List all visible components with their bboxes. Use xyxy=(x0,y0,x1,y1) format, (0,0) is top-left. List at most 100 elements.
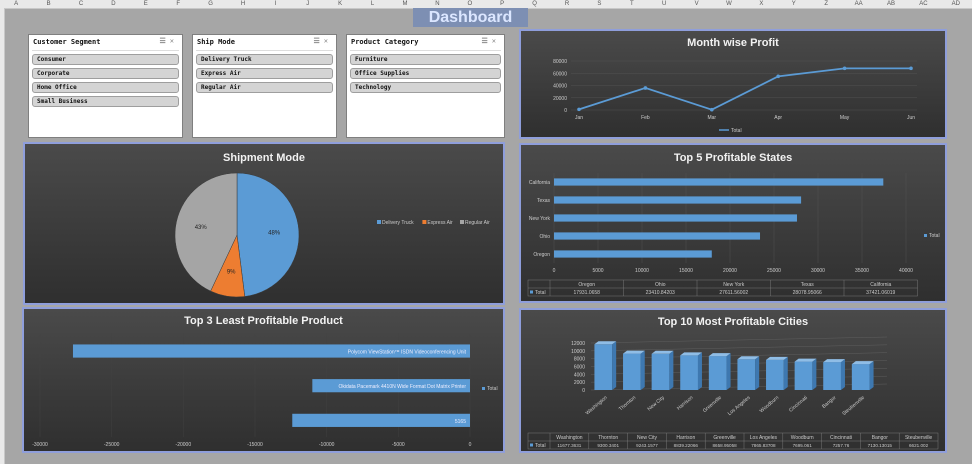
legend-label: Delivery Truck xyxy=(382,220,414,226)
table-cell: 9243.1577 xyxy=(636,443,658,448)
x-tick-label: -25000 xyxy=(104,442,120,448)
legend-swatch xyxy=(530,443,533,447)
column-header-p[interactable]: P xyxy=(500,0,504,8)
slicer-item[interactable]: Corporate xyxy=(32,68,179,79)
slicer-item[interactable]: Furniture xyxy=(350,54,501,65)
y-tick-label: 40000 xyxy=(553,84,567,90)
column-side xyxy=(869,361,874,390)
column-header-j[interactable]: J xyxy=(306,0,309,8)
column-header-m[interactable]: M xyxy=(403,0,408,8)
slicer-item[interactable]: Home Office xyxy=(32,82,179,93)
x-tick-label: -15000 xyxy=(247,442,263,448)
x-tick-label: 5000 xyxy=(592,268,603,274)
slicer-item[interactable]: Small Business xyxy=(32,96,179,107)
slicer-item[interactable]: Express Air xyxy=(196,68,333,79)
x-tick-label: -30000 xyxy=(32,442,48,448)
bar xyxy=(554,196,802,204)
slicer-item[interactable]: Office Supplies xyxy=(350,68,501,79)
multi-select-icon[interactable]: ☰✕ xyxy=(314,37,333,45)
multi-select-icon[interactable]: ☰✕ xyxy=(482,37,501,45)
column-header-w[interactable]: W xyxy=(726,0,732,8)
x-tick-label: 20000 xyxy=(723,268,737,274)
column-header-c[interactable]: C xyxy=(79,0,83,8)
slicer-customer-segment[interactable]: Customer Segment ☰✕ Consumer Corporate Home… xyxy=(28,34,183,138)
table-header: New City xyxy=(637,435,658,441)
column-header-l[interactable]: L xyxy=(371,0,374,8)
bar xyxy=(554,250,712,258)
slicer-header: Product Category ☰✕ xyxy=(347,35,504,50)
month-profit-chart[interactable]: Month wise Profit 80000 60000 40000 20000 0 J… xyxy=(519,29,947,139)
table-header: Ohio xyxy=(655,282,666,288)
column-header-i[interactable]: I xyxy=(275,0,277,8)
column-side xyxy=(783,356,788,390)
column-header-ad[interactable]: AD xyxy=(952,0,960,8)
column-header-v[interactable]: V xyxy=(695,0,699,8)
column-header-b[interactable]: B xyxy=(47,0,51,8)
legend-swatch xyxy=(377,220,381,224)
slicer-item[interactable]: Delivery Truck xyxy=(196,54,333,65)
legend-label: Express Air xyxy=(427,220,453,226)
x-tick-label: 25000 xyxy=(767,268,781,274)
column-header-n[interactable]: N xyxy=(435,0,439,8)
x-tick-label: -20000 xyxy=(176,442,192,448)
column-header-a[interactable]: A xyxy=(14,0,18,8)
column-header-z[interactable]: Z xyxy=(824,0,828,8)
table-cell: 23410.84203 xyxy=(646,290,675,296)
column-header-f[interactable]: F xyxy=(176,0,180,8)
column-header-e[interactable]: E xyxy=(144,0,148,8)
x-tick-label: 30000 xyxy=(811,268,825,274)
least-profitable-chart[interactable]: Top 3 Least Profitable Product -30000 -25… xyxy=(22,307,505,453)
category-label: Cincinnati xyxy=(788,395,809,414)
slicer-item[interactable]: Technology xyxy=(350,82,501,93)
y-tick-label: 4000 xyxy=(574,372,585,378)
table-cell: 8839.22066 xyxy=(674,443,699,448)
column-header-ab[interactable]: AB xyxy=(887,0,895,8)
slicer-item[interactable]: Regular Air xyxy=(196,82,333,93)
data-label: 9% xyxy=(227,270,236,276)
data-label: 48% xyxy=(268,231,281,237)
column-side xyxy=(726,353,731,390)
legend-swatch xyxy=(422,220,427,224)
table-cell: 7130.13015 xyxy=(868,443,893,448)
column xyxy=(737,359,756,390)
column-header-ac[interactable]: AC xyxy=(919,0,927,8)
top-states-chart[interactable]: Top 5 Profitable States 0 5000 10000 15000 2… xyxy=(519,143,947,303)
y-tick-label: 60000 xyxy=(553,71,567,77)
column-header-d[interactable]: D xyxy=(111,0,115,8)
column-header-aa[interactable]: AA xyxy=(855,0,863,8)
category-label: Oregon xyxy=(533,252,550,258)
column-header-u[interactable]: U xyxy=(662,0,666,8)
column-header-x[interactable]: X xyxy=(759,0,763,8)
table-cell: 37421.06019 xyxy=(866,290,895,296)
legend-swatch xyxy=(530,290,533,294)
column-header-o[interactable]: O xyxy=(467,0,472,8)
column xyxy=(823,362,841,390)
column-header-k[interactable]: K xyxy=(338,0,342,8)
category-label: Ohio xyxy=(539,234,550,240)
table-header: Bangor xyxy=(872,435,888,441)
column-header-t[interactable]: T xyxy=(630,0,634,8)
data-point xyxy=(776,74,780,79)
shipment-mode-chart[interactable]: Shipment Mode 48% 9% 43% Delivery Truck Expr… xyxy=(23,142,505,305)
column-header-r[interactable]: R xyxy=(565,0,569,8)
top-cities-chart[interactable]: Top 10 Most Profitable Cities 12000 10000… xyxy=(519,308,947,453)
legend-swatch xyxy=(482,387,485,390)
slicer-product-category[interactable]: Product Category ☰✕ Furniture Office Suppl… xyxy=(346,34,505,138)
data-point xyxy=(842,66,847,71)
column-header-h[interactable]: H xyxy=(241,0,245,8)
slicer-item[interactable]: Consumer xyxy=(32,54,179,65)
column-header-y[interactable]: Y xyxy=(792,0,796,8)
y-tick-label: 10000 xyxy=(571,349,585,355)
category-label: Texas xyxy=(537,198,551,204)
x-tick-label: Jan xyxy=(575,115,583,121)
slicer-ship-mode[interactable]: Ship Mode ☰✕ Delivery Truck Express Air Reg… xyxy=(192,34,337,138)
column-header-g[interactable]: G xyxy=(208,0,213,8)
table-cell: 27611.56002 xyxy=(719,290,748,296)
column-header-s[interactable]: S xyxy=(597,0,601,8)
y-tick-label: 0 xyxy=(582,388,585,394)
multi-select-icon[interactable]: ☰✕ xyxy=(160,37,179,45)
column-header-q[interactable]: Q xyxy=(532,0,537,8)
table-cell: 9300.3401 xyxy=(597,443,619,448)
column-side xyxy=(697,352,702,390)
dashboard-title: Dashboard xyxy=(413,8,528,27)
